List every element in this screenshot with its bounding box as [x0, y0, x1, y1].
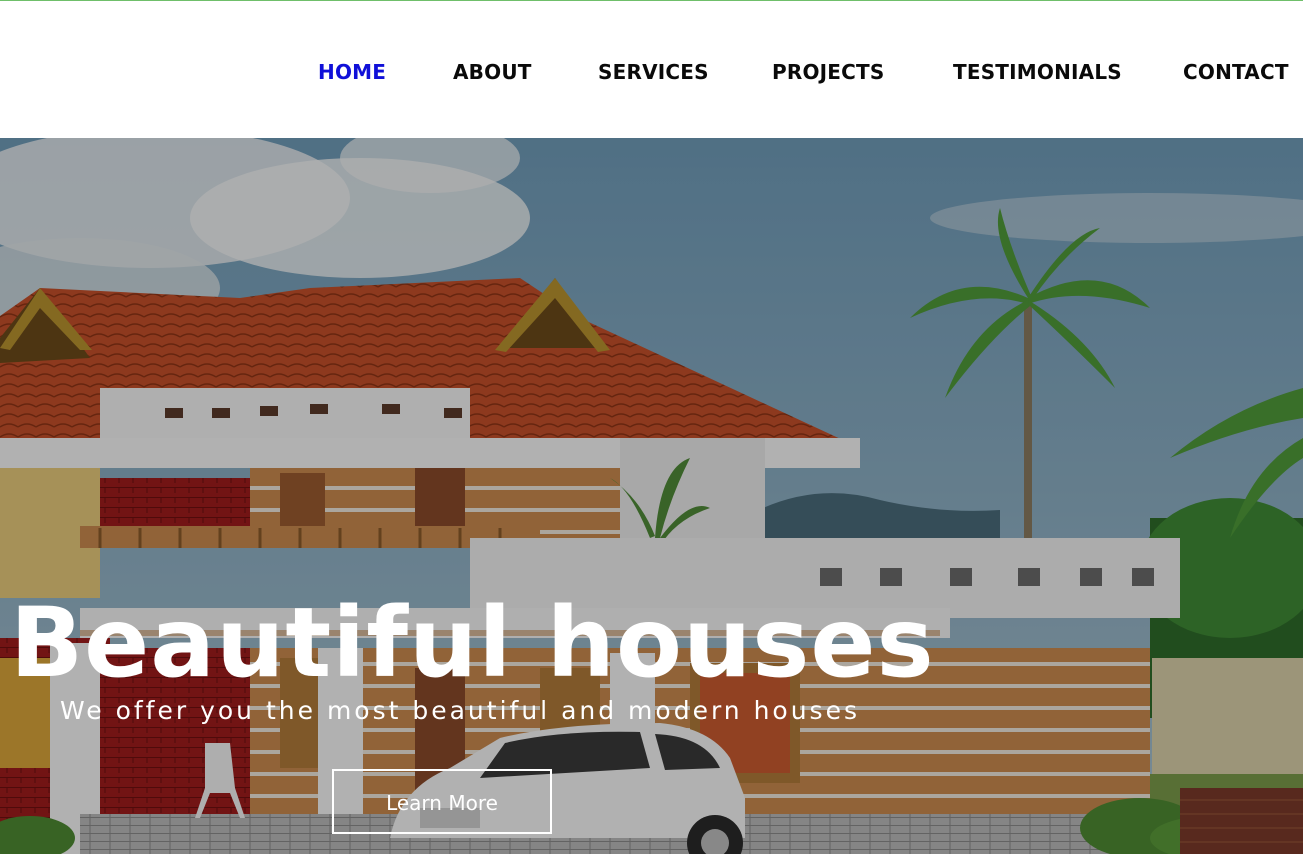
nav-services-link[interactable]: SERVICES — [598, 60, 709, 84]
navbar: HOME ABOUT SERVICES PROJECTS TESTIMONIAL… — [0, 1, 1303, 138]
nav-testimonials-link[interactable]: TESTIMONIALS — [953, 60, 1122, 84]
hero-dark-overlay — [0, 138, 1303, 854]
nav-contact-link[interactable]: CONTACT — [1183, 60, 1289, 84]
learn-more-button[interactable]: Learn More — [332, 769, 552, 834]
hero-title: Beautiful houses — [10, 587, 935, 700]
nav-home-link[interactable]: HOME — [318, 60, 386, 84]
hero-subtitle: We offer you the most beautiful and mode… — [60, 696, 860, 725]
nav-about-link[interactable]: ABOUT — [453, 60, 532, 84]
hero-section: Beautiful houses We offer you the most b… — [0, 138, 1303, 854]
nav-projects-link[interactable]: PROJECTS — [772, 60, 885, 84]
